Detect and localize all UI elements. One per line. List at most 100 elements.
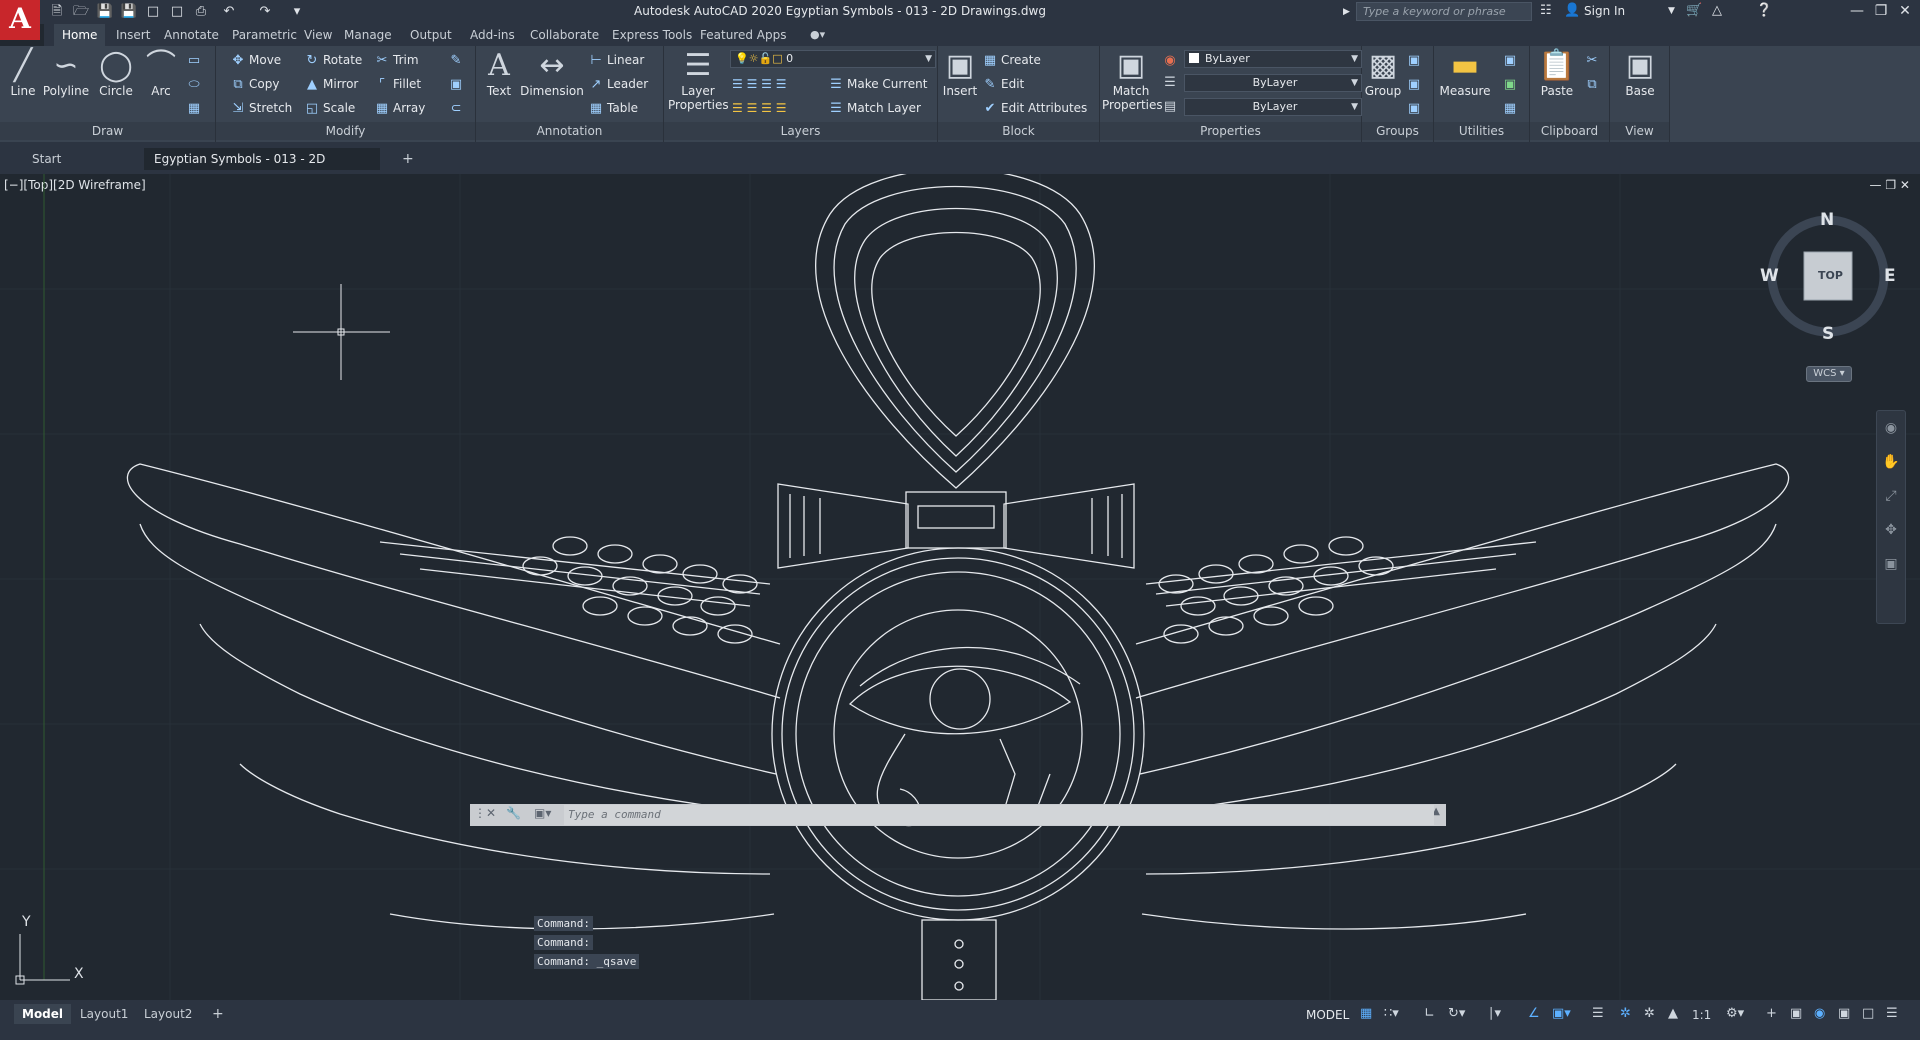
navigation-bar[interactable]: ◉ ✋ ⤢ ✥ ▣ (1876, 410, 1906, 624)
ortho-toggle-icon[interactable]: ∟ (1424, 1006, 1435, 1021)
units-icon[interactable]: ▣ (1790, 1006, 1802, 1021)
edit-attributes-button[interactable]: ✔ Edit Attributes (982, 98, 1088, 118)
linear-button[interactable]: ⊢ Linear (588, 50, 644, 70)
panel-view-title[interactable]: View (1610, 122, 1669, 140)
clean-screen-icon[interactable]: □ (1862, 1006, 1874, 1021)
layout-tab-layout1[interactable]: Layout1 (72, 1004, 136, 1024)
move-button[interactable]: ✥ Move (230, 50, 282, 70)
hatch-icon[interactable]: ▦ (186, 98, 205, 118)
scale-button[interactable]: ◱ Scale (304, 98, 355, 118)
array-button[interactable]: ▦ Array (374, 98, 425, 118)
cut-icon[interactable]: ✂ (1584, 50, 1603, 70)
dimension-button[interactable]: ↔ Dimension (520, 48, 584, 98)
recent-commands-icon[interactable]: ▣▾ (534, 806, 551, 820)
snap-toggle-icon[interactable]: ∷▾ (1384, 1006, 1399, 1021)
match-properties-button[interactable]: ▣ Match Properties (1102, 48, 1163, 112)
close-icon[interactable]: ✕ (1894, 3, 1916, 19)
layout-tab-layout2[interactable]: Layout2 (136, 1004, 200, 1024)
pan-icon[interactable]: ✋ (1877, 445, 1905, 479)
calculator-icon[interactable]: ▦ (1502, 98, 1521, 118)
insert-button[interactable]: ▣ Insert (940, 48, 980, 98)
compass-east[interactable]: E (1884, 266, 1896, 286)
panel-clipboard-title[interactable]: Clipboard (1530, 122, 1609, 140)
customization-menu-icon[interactable]: ☰ (1886, 1006, 1898, 1021)
steering-wheel-icon[interactable]: ◉ (1877, 411, 1905, 445)
erase-icon[interactable]: ✎ (448, 50, 467, 70)
circle-button[interactable]: ◯ Circle (96, 48, 136, 98)
object-snap-icon[interactable]: ▣▾ (1552, 1006, 1571, 1021)
plot-icon[interactable]: ⎙ (192, 3, 210, 21)
layer-tools-row1[interactable]: ☰ ☰ ☰ ☰ (732, 74, 786, 94)
help-search-input[interactable]: Type a keyword or phrase (1356, 2, 1532, 21)
rectangle-icon[interactable]: ▭ (186, 50, 205, 70)
cart-icon[interactable]: 🛒 (1686, 3, 1702, 18)
hardware-acceleration-icon[interactable]: ▣ (1838, 1006, 1850, 1021)
polyline-button[interactable]: ∽ Polyline (42, 48, 90, 98)
linetype-dropdown[interactable]: ByLayer ▼ (1184, 98, 1362, 116)
fillet-button[interactable]: ⌜ Fillet (374, 74, 421, 94)
measure-button[interactable]: ▬ Measure (1436, 48, 1494, 98)
layer-dropdown[interactable]: 💡☼🔓□ 0 ▼ (730, 50, 936, 68)
isolate-objects-icon[interactable]: ◉ (1814, 1006, 1825, 1021)
panel-groups-title[interactable]: Groups (1362, 122, 1433, 140)
lineweight-dropdown[interactable]: ByLayer ▼ (1184, 74, 1362, 92)
match-layer-button[interactable]: ☰ Match Layer (828, 98, 921, 118)
make-current-button[interactable]: ☰ Make Current (828, 74, 927, 94)
new-tab-icon[interactable]: + (392, 148, 424, 170)
command-input[interactable]: Type a command (564, 805, 1434, 825)
plus-icon[interactable]: + (1766, 1006, 1777, 1021)
panel-utilities-title[interactable]: Utilities (1434, 122, 1529, 140)
save-to-web-icon[interactable]: □ (168, 3, 186, 21)
tab-featured-apps[interactable]: Featured Apps (692, 27, 794, 43)
auto-scale-icon[interactable]: ✲ (1644, 1006, 1655, 1021)
panel-annotation-title[interactable]: Annotation (476, 122, 663, 140)
tab-parametric[interactable]: Parametric (224, 27, 305, 43)
text-button[interactable]: A Text (480, 48, 518, 98)
help-icon[interactable]: ❔ (1756, 3, 1772, 18)
panel-layers-title[interactable]: Layers (664, 122, 937, 140)
offset-icon[interactable]: ⊂ (448, 98, 467, 118)
open-file-icon[interactable]: 🗁 (72, 3, 90, 21)
panel-properties-title[interactable]: Properties (1100, 122, 1361, 140)
ellipse-icon[interactable]: ⬭ (186, 74, 205, 94)
save-as-icon[interactable]: 💾 (120, 3, 138, 21)
open-from-web-icon[interactable]: □ (144, 3, 162, 21)
compass-south[interactable]: S (1822, 324, 1834, 344)
trim-button[interactable]: ✂ Trim (374, 50, 419, 70)
showmotion-icon[interactable]: ▣ (1877, 547, 1905, 581)
explode-icon[interactable]: ▣ (448, 74, 467, 94)
base-button[interactable]: ▣ Base (1614, 48, 1666, 98)
restore-icon[interactable]: ❐ (1870, 3, 1892, 19)
object-snap-tracking-icon[interactable]: ∠ (1528, 1006, 1540, 1021)
create-block-button[interactable]: ▦ Create (982, 50, 1041, 70)
redo-icon[interactable]: ↷ (256, 3, 274, 21)
tab-manage[interactable]: Manage (336, 27, 400, 43)
qat-customize-icon[interactable]: ▾ (288, 3, 306, 21)
layout-tab-model[interactable]: Model (14, 1004, 72, 1024)
lineweight-toggle-icon[interactable]: ☰ (1592, 1006, 1604, 1021)
tab-express-tools[interactable]: Express Tools (604, 27, 700, 43)
rotate-button[interactable]: ↻ Rotate (304, 50, 363, 70)
polar-tracking-icon[interactable]: ↻▾ (1448, 1006, 1465, 1021)
workspace-gear-icon[interactable]: ⚙▾ (1726, 1006, 1744, 1021)
autodesk-a360-icon[interactable]: △ (1712, 3, 1722, 18)
save-icon[interactable]: 💾 (96, 3, 114, 21)
drawing-canvas[interactable]: [−][Top][2D Wireframe] — ❐ ✕ Y X Command… (0, 174, 1920, 1000)
copy-clip-icon[interactable]: ⧉ (1584, 74, 1603, 94)
model-space-toggle[interactable]: MODEL (1306, 1008, 1349, 1022)
tab-insert[interactable]: Insert (108, 27, 158, 43)
zoom-icon[interactable]: ⤢ (1877, 479, 1905, 513)
tab-active-drawing[interactable]: Egyptian Symbols - 013 - 2D Drawings ✕ (144, 148, 380, 188)
edit-block-button[interactable]: ✎ Edit (982, 74, 1025, 94)
orbit-icon[interactable]: ✥ (1877, 513, 1905, 547)
customize-command-icon[interactable]: 🔧 (506, 806, 521, 820)
panel-block-title[interactable]: Block (938, 122, 1099, 140)
tab-home[interactable]: Home (54, 24, 106, 46)
arc-button[interactable]: ⌒ Arc (142, 48, 180, 98)
tab-output[interactable]: Output (402, 27, 460, 43)
ribbon-minimize-icon[interactable]: ●▾ (802, 27, 833, 43)
color-dropdown[interactable]: ByLayer ▼ (1184, 50, 1362, 68)
undo-icon[interactable]: ↶ (220, 3, 238, 21)
compass-north[interactable]: N (1820, 210, 1834, 230)
annotation-scale-value[interactable]: 1:1 (1692, 1008, 1711, 1022)
